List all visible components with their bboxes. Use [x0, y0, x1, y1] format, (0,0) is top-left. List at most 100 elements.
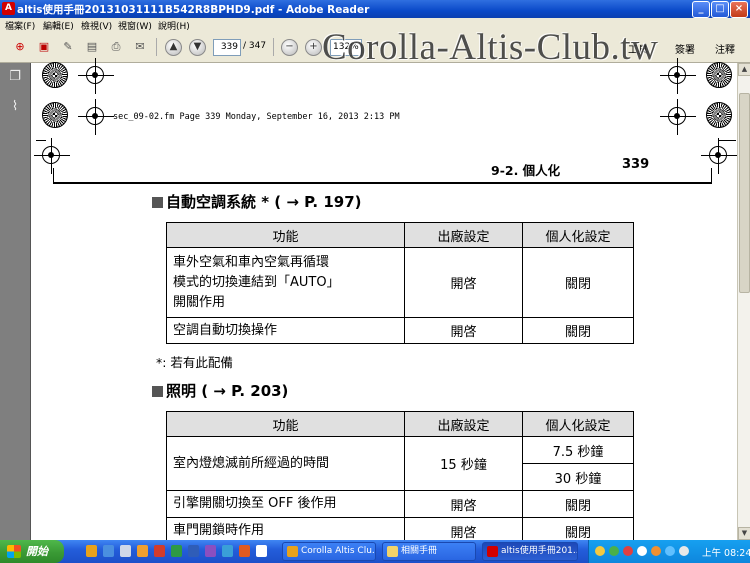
ie-icon[interactable]: [103, 545, 114, 557]
edit-icon[interactable]: ✎: [60, 39, 76, 54]
feature-cell: 引擎開關切換至 OFF 後作用: [166, 490, 405, 518]
heading-auto-ac-text: 自動空調系統 * ( → P. 197): [166, 193, 362, 211]
task-folder[interactable]: 相關手冊: [382, 542, 476, 561]
create-pdf-icon[interactable]: ⊕: [12, 39, 28, 54]
menu-edit[interactable]: 編輯(E): [43, 19, 74, 32]
crop-mark: [711, 168, 712, 184]
maximize-button[interactable]: □: [711, 1, 729, 18]
tray-icon[interactable]: [651, 546, 661, 556]
crop-mark: [36, 140, 46, 141]
desktop-icon[interactable]: [120, 545, 131, 557]
feature-line: 模式的切換連結到「AUTO」: [173, 274, 340, 290]
close-button[interactable]: ×: [730, 1, 748, 18]
registration-star-mark: [706, 62, 732, 88]
excel-icon[interactable]: [171, 545, 182, 557]
task-chrome[interactable]: Corolla Altis Clu...: [282, 542, 376, 561]
menu-view[interactable]: 檢視(V): [81, 19, 112, 32]
word-icon[interactable]: [188, 545, 199, 557]
default-setting-cell: 15 秒鐘: [404, 436, 523, 491]
sign-tab[interactable]: 簽署: [675, 41, 695, 56]
attachments-icon[interactable]: ⌇: [7, 99, 23, 115]
column-header: 功能: [166, 222, 405, 248]
footnote: *: 若有此配備: [156, 355, 233, 370]
feature-cell: 室內燈熄滅前所經過的時間: [166, 436, 405, 491]
custom-setting-cell: 30 秒鐘: [522, 463, 634, 491]
zoom-in-icon[interactable]: +: [305, 39, 322, 56]
media-icon[interactable]: [154, 545, 165, 557]
bullet-square-icon: [152, 386, 163, 397]
column-header: 出廠設定: [404, 222, 523, 248]
page-total: / 347: [243, 41, 267, 51]
task-adobe-reader[interactable]: altis使用手冊201...: [482, 542, 578, 561]
crosshair-mark: [78, 99, 114, 135]
chrome-icon: [287, 546, 298, 557]
tray-icon[interactable]: [609, 546, 619, 556]
tray-icon[interactable]: [623, 546, 633, 556]
registration-star-mark: [706, 102, 732, 128]
previous-page-icon[interactable]: ▲: [165, 39, 182, 56]
tray-icon[interactable]: [595, 546, 605, 556]
feature-cell: 車外空氣和車內空氣再循環 模式的切換連結到「AUTO」 開關作用: [166, 247, 405, 318]
ac-settings-table: 功能 出廠設定 個人化設定 車外空氣和車內空氣再循環 模式的切換連結到「AUTO…: [166, 222, 634, 344]
scroll-up-icon[interactable]: ▲: [738, 63, 750, 76]
email-icon[interactable]: ✉: [132, 39, 148, 54]
minimize-button[interactable]: _: [692, 1, 710, 18]
start-button[interactable]: 開始: [0, 540, 64, 563]
scroll-down-icon[interactable]: ▼: [738, 527, 750, 540]
toolbar-divider: [273, 38, 274, 56]
vertical-scrollbar[interactable]: ▲ ▼: [737, 63, 750, 540]
custom-setting-cell: 關閉: [522, 490, 634, 518]
table-row: 引擎開關切換至 OFF 後作用 開啓 關閉: [166, 490, 634, 518]
default-setting-cell: 開啓: [404, 247, 523, 318]
tray-icon[interactable]: [665, 546, 675, 556]
menu-help[interactable]: 說明(H): [158, 19, 190, 32]
print-icon[interactable]: ⎙: [108, 39, 124, 54]
chrome-icon[interactable]: [86, 545, 97, 557]
volume-icon[interactable]: [679, 546, 689, 556]
table-row: 室內燈熄滅前所經過的時間 15 秒鐘 7.5 秒鐘: [166, 436, 634, 491]
save-icon[interactable]: ▤: [84, 39, 100, 54]
default-setting-cell: 開啓: [404, 317, 523, 344]
folder-icon: [387, 546, 398, 557]
adobe-reader-icon: A: [2, 2, 15, 15]
menu-window[interactable]: 視窗(W): [118, 19, 152, 32]
bullet-square-icon: [152, 197, 163, 208]
page-number-input[interactable]: 339: [213, 39, 241, 56]
crosshair-mark: [701, 138, 737, 174]
task-label: Corolla Altis Clu...: [301, 546, 376, 556]
heading-auto-ac: 自動空調系統 * ( → P. 197): [152, 191, 361, 212]
feature-line: 開關作用: [173, 294, 226, 310]
comment-tab[interactable]: 注釋: [715, 41, 735, 56]
crop-mark: [718, 140, 736, 141]
column-header: 出廠設定: [404, 411, 523, 437]
registration-star-mark: [42, 102, 68, 128]
header-rule: [53, 182, 711, 184]
app-icon[interactable]: [256, 545, 267, 557]
crosshair-mark: [34, 138, 70, 174]
file-header: sec_09-02.fm Page 339 Monday, September …: [113, 112, 400, 122]
taskbar: 開始 Corolla Altis Clu... 相關手冊 altis使用手冊20…: [0, 540, 750, 563]
column-header: 個人化設定: [522, 222, 634, 248]
lighting-settings-table: 功能 出廠設定 個人化設定 室內燈熄滅前所經過的時間 15 秒鐘 7.5 秒鐘 …: [166, 411, 634, 545]
custom-setting-cell: 關閉: [522, 317, 634, 344]
tray-icon[interactable]: [637, 546, 647, 556]
scroll-thumb[interactable]: [739, 93, 750, 293]
feature-cell: 空調自動切換操作: [166, 317, 405, 344]
menu-file[interactable]: 檔案(F): [5, 19, 35, 32]
app-icon[interactable]: [222, 545, 233, 557]
crosshair-mark: [660, 58, 696, 94]
combine-icon[interactable]: ▣: [36, 39, 52, 54]
default-setting-cell: 開啓: [404, 490, 523, 518]
heading-lighting-text: 照明 ( → P. 203): [166, 382, 289, 400]
messenger-icon[interactable]: [137, 545, 148, 557]
page-thumbnails-icon[interactable]: ❐: [7, 69, 23, 85]
app-icon[interactable]: [239, 545, 250, 557]
app-icon[interactable]: [205, 545, 216, 557]
custom-setting-cell: 關閉: [522, 247, 634, 318]
feature-line: 車外空氣和車內空氣再循環: [173, 254, 330, 270]
start-label: 開始: [26, 545, 48, 558]
next-page-icon[interactable]: ▼: [189, 39, 206, 56]
zoom-out-icon[interactable]: −: [281, 39, 298, 56]
crosshair-mark: [78, 58, 114, 94]
table-header-row: 功能 出廠設定 個人化設定: [166, 222, 634, 248]
